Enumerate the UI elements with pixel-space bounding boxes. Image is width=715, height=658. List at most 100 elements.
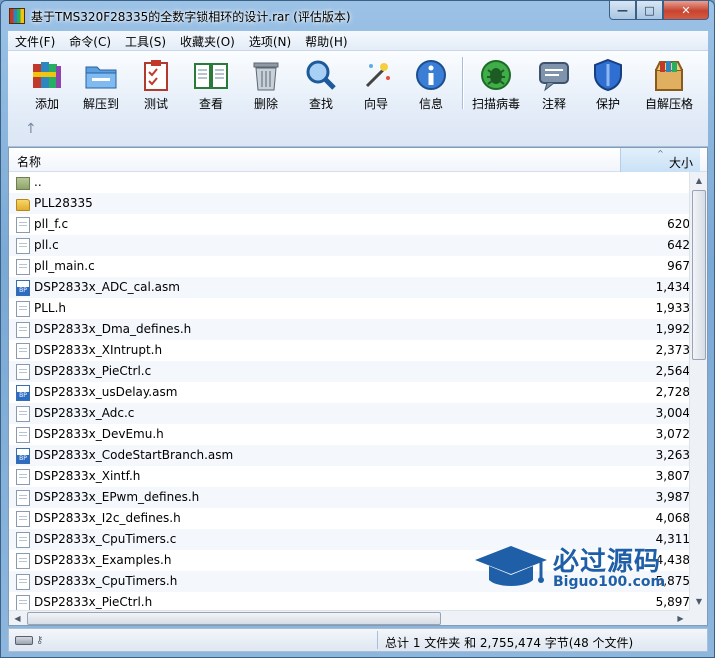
- view-button[interactable]: 查看: [185, 55, 237, 111]
- file-size: 3,807: [655, 469, 689, 483]
- status-bar: ⚷ 总计 1 文件夹 和 2,755,474 字节(48 个文件): [8, 628, 708, 652]
- comment-button[interactable]: 注释: [528, 55, 580, 111]
- file-name: DSP2833x_Adc.c: [34, 406, 135, 420]
- add-button[interactable]: 添加: [21, 55, 73, 111]
- test-button[interactable]: 测试: [130, 55, 182, 111]
- file-size: 2,564: [655, 364, 689, 378]
- scroll-down-arrow-icon[interactable]: ▼: [690, 593, 707, 610]
- file-size: 1,992: [655, 322, 689, 336]
- menu-file[interactable]: 文件(F): [8, 31, 62, 50]
- horizontal-scrollbar[interactable]: ◀ ▶: [9, 610, 689, 625]
- file-name: DSP2833x_CpuTimers.c: [34, 532, 177, 546]
- scroll-right-arrow-icon[interactable]: ▶: [672, 611, 689, 625]
- parent-folder-row[interactable]: ..: [9, 172, 689, 193]
- file-row[interactable]: pll_f.c 620: [9, 214, 689, 235]
- column-name-header[interactable]: 名称: [17, 153, 41, 170]
- drive-icon[interactable]: [15, 636, 33, 645]
- folder-extract-icon: [83, 57, 119, 93]
- file-row[interactable]: DSP2833x_CodeStartBranch.asm 3,263: [9, 445, 689, 466]
- books-add-icon: [29, 57, 65, 93]
- sort-ascending-icon: ^: [657, 149, 664, 158]
- file-row[interactable]: DSP2833x_EPwm_defines.h 3,987: [9, 487, 689, 508]
- maximize-button[interactable]: □: [636, 1, 663, 20]
- wizard-label: 向导: [363, 97, 388, 111]
- text-file-icon: [16, 574, 30, 590]
- text-file-icon: [16, 511, 30, 527]
- vertical-scroll-thumb[interactable]: [692, 190, 706, 360]
- file-name: pll_main.c: [34, 259, 95, 273]
- file-name: DSP2833x_EPwm_defines.h: [34, 490, 200, 504]
- file-row[interactable]: DSP2833x_ADC_cal.asm 1,434: [9, 277, 689, 298]
- menu-tools[interactable]: 工具(S): [118, 31, 173, 50]
- watermark: 必过源码 Biguo100.com: [473, 541, 683, 601]
- folder-icon: [16, 199, 30, 211]
- parent-folder-icon: [16, 177, 30, 190]
- menu-favorites[interactable]: 收藏夹(O): [173, 31, 242, 50]
- menu-options[interactable]: 选项(N): [242, 31, 298, 50]
- file-row[interactable]: pll.c 642: [9, 235, 689, 256]
- file-row[interactable]: DSP2833x_I2c_defines.h 4,068: [9, 508, 689, 529]
- scroll-up-arrow-icon[interactable]: ▲: [690, 172, 707, 189]
- file-row[interactable]: DSP2833x_Xintf.h 3,807: [9, 466, 689, 487]
- info-icon: [413, 57, 449, 93]
- file-size: 3,004: [655, 406, 689, 420]
- up-folder-arrow-icon[interactable]: ↑: [25, 121, 37, 137]
- vertical-scrollbar[interactable]: ▲ ▼: [689, 172, 707, 610]
- menu-help[interactable]: 帮助(H): [298, 31, 354, 50]
- file-row[interactable]: PLL.h 1,933: [9, 298, 689, 319]
- title-bar[interactable]: 基于TMS320F28335的全数字锁相环的设计.rar (评估版本) — □ …: [1, 1, 714, 31]
- find-button[interactable]: 查找: [295, 55, 347, 111]
- column-size-header[interactable]: ^ 大小: [620, 148, 700, 172]
- winrar-app-icon[interactable]: [9, 8, 25, 24]
- file-row[interactable]: DSP2833x_usDelay.asm 2,728: [9, 382, 689, 403]
- clipboard-test-icon: [138, 57, 174, 93]
- file-name: pll.c: [34, 238, 59, 252]
- test-label: 测试: [143, 97, 168, 111]
- file-name: DSP2833x_Dma_defines.h: [34, 322, 192, 336]
- file-size: 4,068: [655, 511, 689, 525]
- text-file-icon: [16, 364, 30, 380]
- file-row[interactable]: DSP2833x_DevEmu.h 3,072: [9, 424, 689, 445]
- status-separator: [377, 631, 378, 649]
- delete-button[interactable]: 删除: [240, 55, 292, 111]
- info-button[interactable]: 信息: [405, 55, 457, 111]
- protect-button[interactable]: 保护: [582, 55, 634, 111]
- minimize-button[interactable]: —: [609, 1, 636, 20]
- menu-commands[interactable]: 命令(C): [62, 31, 118, 50]
- folder-row[interactable]: PLL28335: [9, 193, 689, 214]
- text-file-icon: [16, 301, 30, 317]
- file-name: DSP2833x_CpuTimers.h: [34, 574, 178, 588]
- text-file-icon: [16, 469, 30, 485]
- scroll-left-arrow-icon[interactable]: ◀: [9, 611, 26, 625]
- file-size: 2,373: [655, 343, 689, 357]
- info-label: 信息: [418, 97, 443, 111]
- file-name: DSP2833x_Xintf.h: [34, 469, 141, 483]
- column-size-label: 大小: [669, 156, 694, 170]
- file-row[interactable]: DSP2833x_XIntrupt.h 2,373: [9, 340, 689, 361]
- file-row[interactable]: DSP2833x_PieCtrl.c 2,564: [9, 361, 689, 382]
- sfx-button[interactable]: 自解压格: [638, 55, 700, 111]
- text-file-icon: [16, 259, 30, 275]
- close-button[interactable]: ✕: [663, 1, 709, 20]
- file-row[interactable]: pll_main.c 967: [9, 256, 689, 277]
- status-summary: 总计 1 文件夹 和 2,755,474 字节(48 个文件): [385, 636, 634, 650]
- watermark-url-text: Biguo100.com: [553, 574, 666, 590]
- file-name: DSP2833x_XIntrupt.h: [34, 343, 163, 357]
- file-name: DSP2833x_usDelay.asm: [34, 385, 178, 399]
- horizontal-scroll-thumb[interactable]: [27, 612, 441, 625]
- wizard-button[interactable]: 向导: [350, 55, 402, 111]
- extract-to-button[interactable]: 解压到: [75, 55, 127, 111]
- file-name: pll_f.c: [34, 217, 69, 231]
- view-label: 查看: [198, 97, 223, 111]
- virus-scan-button[interactable]: 扫描病毒: [470, 55, 522, 111]
- key-icon[interactable]: ⚷: [36, 636, 52, 646]
- window-title: 基于TMS320F28335的全数字锁相环的设计.rar (评估版本): [31, 10, 351, 24]
- file-row[interactable]: DSP2833x_Adc.c 3,004: [9, 403, 689, 424]
- file-row[interactable]: DSP2833x_Dma_defines.h 1,992: [9, 319, 689, 340]
- file-name: DSP2833x_PieCtrl.h: [34, 595, 153, 609]
- file-size: 3,072: [655, 427, 689, 441]
- comment-label: 注释: [541, 97, 566, 111]
- toolbar: 添加 解压到 测试 查看 删除 查找 向导 信息 扫描病毒 注释 保护 自解压格…: [8, 51, 708, 147]
- find-label: 查找: [308, 97, 333, 111]
- file-name: PLL28335: [34, 196, 93, 210]
